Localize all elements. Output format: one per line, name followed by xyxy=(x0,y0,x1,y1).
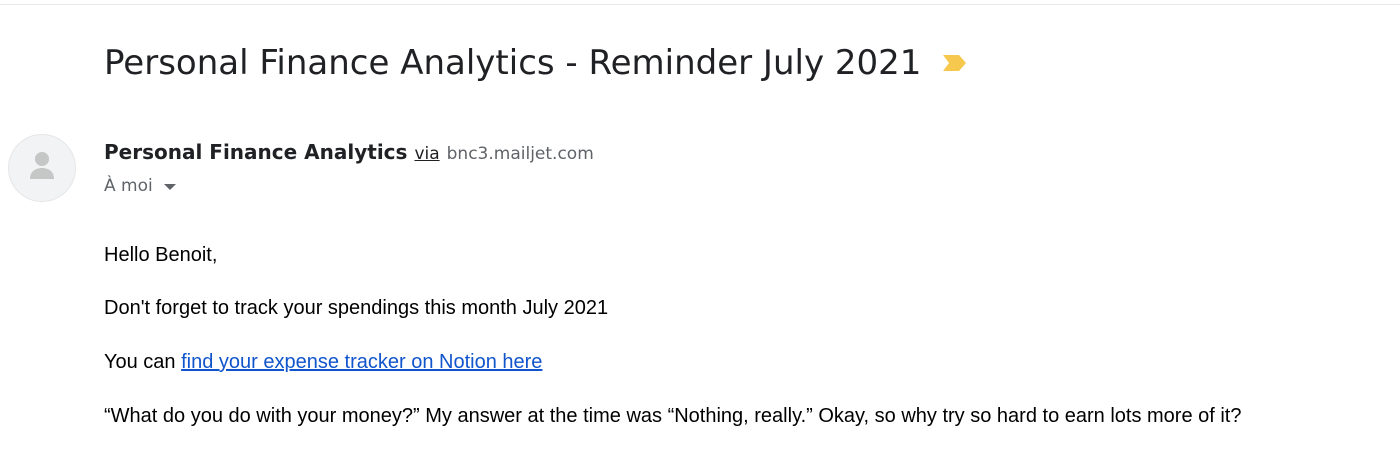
email-subject: Personal Finance Analytics - Reminder Ju… xyxy=(104,43,922,83)
importance-marker-icon[interactable] xyxy=(941,52,969,74)
sender-line: Personal Finance Analytics via bnc3.mail… xyxy=(104,140,594,166)
greeting-text: Hello Benoit, xyxy=(104,244,218,266)
sender-name[interactable]: Personal Finance Analytics xyxy=(104,140,407,164)
sender-avatar[interactable] xyxy=(8,134,76,202)
recipient-label: À moi xyxy=(104,176,153,196)
top-divider xyxy=(0,0,1400,5)
subject-row: Personal Finance Analytics - Reminder Ju… xyxy=(104,38,969,88)
chevron-down-icon[interactable] xyxy=(163,184,176,190)
recipient-details-toggle[interactable]: À moi xyxy=(104,173,176,199)
quote-text: “What do you do with your money?” My ans… xyxy=(104,405,1242,427)
expense-tracker-link[interactable]: find your expense tracker on Notion here xyxy=(181,351,542,373)
tracker-paragraph: You can find your expense tracker on Not… xyxy=(104,351,542,374)
via-link[interactable]: via xyxy=(414,144,439,164)
reminder-text: Don't forget to track your spendings thi… xyxy=(104,297,609,319)
person-icon xyxy=(27,150,57,187)
sender-domain: bnc3.mailjet.com xyxy=(446,144,594,164)
tracker-prefix: You can xyxy=(104,351,182,373)
